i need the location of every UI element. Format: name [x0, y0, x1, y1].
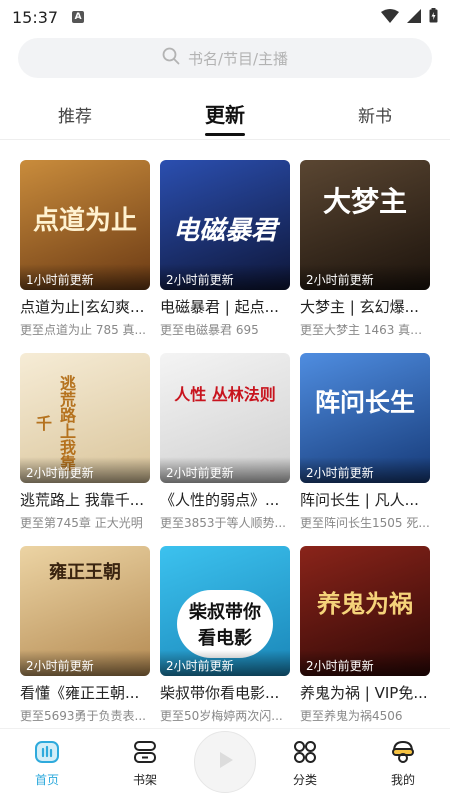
update-badge: 2小时前更新 — [300, 650, 430, 676]
divider — [0, 139, 450, 140]
book-update-info: 更至点道为止 785 真... — [20, 323, 146, 337]
tab-label: 更新 — [205, 103, 245, 127]
category-tabs: 推荐 更新 新书 — [0, 96, 450, 138]
book-update-info: 更至阵问长生1505 死... — [300, 516, 430, 530]
book-card[interactable]: 柴叔带你看电影 2小时前更新 柴叔带你看电影... 更至50岁梅婷两次闪... — [160, 546, 290, 724]
book-title: 阵问长生 | 凡人... — [300, 491, 419, 509]
notification-icon: A — [72, 11, 85, 23]
nav-label: 分类 — [292, 773, 317, 787]
tab-updates[interactable]: 更新 — [150, 96, 300, 138]
book-card[interactable]: 逃荒路上我靠千 2小时前更新 逃荒路上 我靠千... 更至第745章 正大光明 — [20, 353, 150, 531]
book-update-info: 更至5693勇于负责表... — [20, 709, 146, 723]
book-cover: 逃荒路上我靠千 2小时前更新 — [20, 353, 150, 483]
book-update-info: 更至大梦主 1463 真的... — [300, 323, 430, 337]
active-tab-indicator — [205, 133, 245, 136]
search-bar[interactable]: 书名/节目/主播 — [18, 38, 432, 78]
book-update-info: 更至电磁暴君 695 — [160, 323, 259, 337]
book-card[interactable]: 雍正王朝 2小时前更新 看懂《雍正王朝... 更至5693勇于负责表... — [20, 546, 150, 724]
status-time: 15:37 — [12, 7, 59, 27]
search-icon — [162, 47, 180, 69]
update-badge: 2小时前更新 — [300, 457, 430, 483]
book-update-info: 更至第745章 正大光明 — [20, 516, 143, 530]
category-grid-icon — [292, 741, 318, 769]
nav-mine[interactable]: 我的 — [368, 739, 438, 788]
cover-title-art: 人性 丛林法则 — [174, 385, 276, 404]
book-card[interactable]: 阵问长生 2小时前更新 阵问长生 | 凡人... 更至阵问长生1505 死... — [300, 353, 430, 531]
book-title: 《人性的弱点》... — [160, 491, 280, 509]
cover-title-art: 大梦主 — [322, 185, 407, 218]
book-card[interactable]: 电磁暴君 2小时前更新 电磁暴君 | 起点... 更至电磁暴君 695 — [160, 160, 290, 338]
book-card[interactable]: 养鬼为祸 2小时前更新 养鬼为祸 | VIP免... 更至养鬼为祸4506 — [300, 546, 430, 724]
search-placeholder: 书名/节目/主播 — [187, 49, 289, 68]
book-cover: 阵问长生 2小时前更新 — [300, 353, 430, 483]
book-title: 看懂《雍正王朝... — [20, 684, 140, 702]
update-badge: 2小时前更新 — [160, 264, 290, 290]
tab-label: 新书 — [358, 107, 392, 127]
cover-title-art: 养鬼为祸 — [317, 589, 413, 618]
signal-icon — [407, 8, 421, 27]
cover-title-art: 柴叔带你看电影 — [177, 590, 273, 658]
bottom-nav: 首页 书架 分类 我的 — [0, 728, 450, 800]
update-badge: 2小时前更新 — [20, 650, 150, 676]
book-update-info: 更至3853于等人顺势... — [160, 516, 286, 530]
battery-icon — [429, 7, 438, 27]
nav-label: 我的 — [390, 773, 415, 787]
nav-label: 书架 — [132, 773, 157, 787]
book-title: 点道为止|玄幻爽... — [20, 298, 145, 316]
cover-title-art: 雍正王朝 — [49, 562, 121, 583]
update-badge: 2小时前更新 — [160, 457, 290, 483]
update-badge: 2小时前更新 — [160, 650, 290, 676]
status-bar: 15:37 A — [0, 0, 450, 34]
home-icon — [34, 741, 60, 769]
nav-label: 首页 — [34, 773, 59, 787]
player-button[interactable] — [194, 731, 256, 793]
book-title: 大梦主 | 玄幻爆... — [300, 298, 419, 316]
book-card[interactable]: 点道为止 1小时前更新 点道为止|玄幻爽... 更至点道为止 785 真... — [20, 160, 150, 338]
book-cover: 电磁暴君 2小时前更新 — [160, 160, 290, 290]
book-cover: 大梦主 2小时前更新 — [300, 160, 430, 290]
book-title: 电磁暴君 | 起点... — [160, 298, 279, 316]
book-cover: 雍正王朝 2小时前更新 — [20, 546, 150, 676]
wifi-icon — [381, 8, 399, 27]
bookshelf-icon — [132, 741, 158, 769]
book-title: 柴叔带你看电影... — [160, 684, 280, 702]
nav-shelf[interactable]: 书架 — [110, 739, 180, 788]
update-badge: 2小时前更新 — [300, 264, 430, 290]
book-cover: 养鬼为祸 2小时前更新 — [300, 546, 430, 676]
book-update-info: 更至养鬼为祸4506 — [300, 709, 403, 723]
book-card[interactable]: 大梦主 2小时前更新 大梦主 | 玄幻爆... 更至大梦主 1463 真的... — [300, 160, 430, 338]
cover-title-art: 电磁暴君 — [172, 216, 277, 246]
book-cover: 点道为止 1小时前更新 — [20, 160, 150, 290]
book-cover: 人性 丛林法则 2小时前更新 — [160, 353, 290, 483]
nav-category[interactable]: 分类 — [270, 739, 340, 788]
update-badge: 2小时前更新 — [20, 457, 150, 483]
cover-title-art: 阵问长生 — [314, 388, 415, 417]
book-update-info: 更至50岁梅婷两次闪... — [160, 709, 283, 723]
book-card[interactable]: 人性 丛林法则 2小时前更新 《人性的弱点》... 更至3853于等人顺势... — [160, 353, 290, 531]
update-badge: 1小时前更新 — [20, 264, 150, 290]
book-title: 养鬼为祸 | VIP免... — [300, 684, 428, 702]
play-icon — [213, 748, 237, 776]
nav-home[interactable]: 首页 — [12, 739, 82, 788]
profile-icon — [390, 740, 416, 769]
tab-new-books[interactable]: 新书 — [300, 96, 450, 138]
book-title: 逃荒路上 我靠千... — [20, 491, 145, 509]
tab-label: 推荐 — [58, 107, 92, 127]
cover-title-art: 点道为止 — [32, 206, 137, 236]
tab-recommend[interactable]: 推荐 — [0, 96, 150, 138]
book-cover: 柴叔带你看电影 2小时前更新 — [160, 546, 290, 676]
